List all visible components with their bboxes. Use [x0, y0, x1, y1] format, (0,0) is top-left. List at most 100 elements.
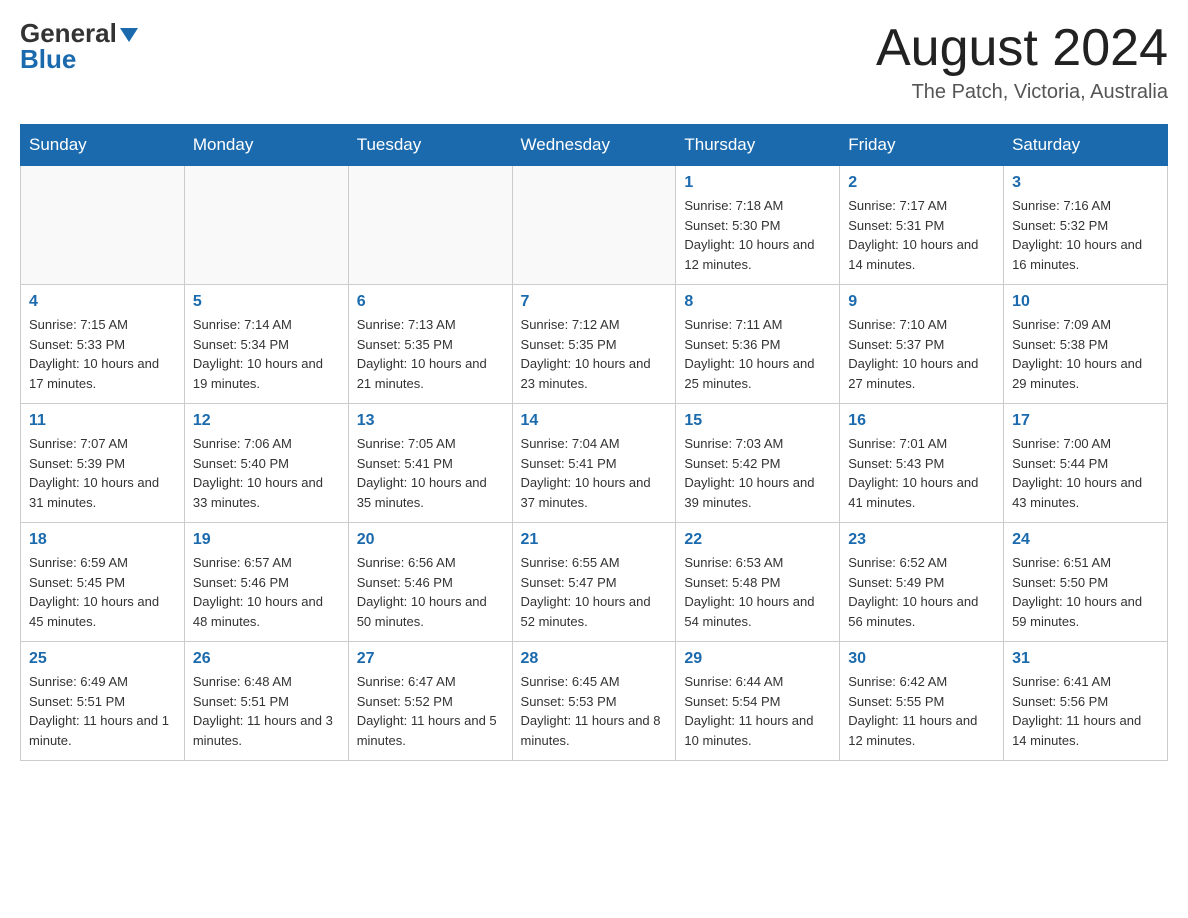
day-info: Sunrise: 7:15 AM Sunset: 5:33 PM Dayligh… [29, 315, 176, 393]
calendar-cell: 28Sunrise: 6:45 AM Sunset: 5:53 PM Dayli… [512, 642, 676, 761]
calendar-cell: 19 Sunrise: 6:57 AM Sunset: 5:46 PM Dayli… [184, 523, 348, 642]
location: The Patch, Victoria, Australia [876, 81, 1168, 104]
calendar-cell: 25 Sunrise: 6:49 AM Sunset: 5:51 PM Dayli… [21, 642, 185, 761]
calendar-cell [21, 166, 185, 285]
calendar-cell: 21 Sunrise: 6:55 AM Sunset: 5:47 PM Dayli… [512, 523, 676, 642]
calendar-cell: 11Sunrise: 7:07 AM Sunset: 5:39 PM Dayli… [21, 404, 185, 523]
day-number: 2 [848, 174, 995, 192]
day-number: 8 [684, 293, 831, 311]
day-header-tuesday: Tuesday [348, 125, 512, 166]
calendar-cell: 22Sunrise: 6:53 AM Sunset: 5:48 PM Dayli… [676, 523, 840, 642]
day-info: Sunrise: 7:11 AM Sunset: 5:36 PM Dayligh… [684, 315, 831, 393]
day-info: Sunrise: 6:52 AM Sunset: 5:49 PM Dayligh… [848, 553, 995, 631]
day-number: 26 [193, 650, 340, 668]
calendar-cell: 15 Sunrise: 7:03 AM Sunset: 5:42 PM Dayli… [676, 404, 840, 523]
calendar-cell [184, 166, 348, 285]
day-info: Sunrise: 6:56 AM Sunset: 5:46 PM Dayligh… [357, 553, 504, 631]
day-info: Sunrise: 7:09 AM Sunset: 5:38 PM Dayligh… [1012, 315, 1159, 393]
day-info: Sunrise: 7:14 AM Sunset: 5:34 PM Dayligh… [193, 315, 340, 393]
logo: General Blue [20, 20, 138, 72]
calendar-cell: 27Sunrise: 6:47 AM Sunset: 5:52 PM Dayli… [348, 642, 512, 761]
day-info: Sunrise: 7:18 AM Sunset: 5:30 PM Dayligh… [684, 196, 831, 274]
day-info: Sunrise: 6:42 AM Sunset: 5:55 PM Dayligh… [848, 672, 995, 750]
day-number: 3 [1012, 174, 1159, 192]
calendar-cell: 13Sunrise: 7:05 AM Sunset: 5:41 PM Dayli… [348, 404, 512, 523]
calendar-cell: 24Sunrise: 6:51 AM Sunset: 5:50 PM Dayli… [1004, 523, 1168, 642]
day-number: 17 [1012, 412, 1159, 430]
day-info: Sunrise: 7:06 AM Sunset: 5:40 PM Dayligh… [193, 434, 340, 512]
day-number: 19 [193, 531, 340, 549]
calendar-cell: 23 Sunrise: 6:52 AM Sunset: 5:49 PM Dayli… [840, 523, 1004, 642]
day-number: 7 [521, 293, 668, 311]
calendar-cell: 30 Sunrise: 6:42 AM Sunset: 5:55 PM Dayli… [840, 642, 1004, 761]
calendar-cell: 7Sunrise: 7:12 AM Sunset: 5:35 PM Daylig… [512, 285, 676, 404]
day-info: Sunrise: 7:13 AM Sunset: 5:35 PM Dayligh… [357, 315, 504, 393]
day-number: 11 [29, 412, 176, 430]
calendar-cell [512, 166, 676, 285]
calendar-cell [348, 166, 512, 285]
day-number: 28 [521, 650, 668, 668]
title-block: August 2024 The Patch, Victoria, Austral… [876, 20, 1168, 104]
day-info: Sunrise: 7:17 AM Sunset: 5:31 PM Dayligh… [848, 196, 995, 274]
day-info: Sunrise: 6:48 AM Sunset: 5:51 PM Dayligh… [193, 672, 340, 750]
day-info: Sunrise: 6:55 AM Sunset: 5:47 PM Dayligh… [521, 553, 668, 631]
calendar-week-4: 18Sunrise: 6:59 AM Sunset: 5:45 PM Dayli… [21, 523, 1168, 642]
day-number: 1 [684, 174, 831, 192]
calendar-cell: 17 Sunrise: 7:00 AM Sunset: 5:44 PM Dayli… [1004, 404, 1168, 523]
day-number: 15 [684, 412, 831, 430]
day-info: Sunrise: 6:49 AM Sunset: 5:51 PM Dayligh… [29, 672, 176, 750]
day-info: Sunrise: 6:44 AM Sunset: 5:54 PM Dayligh… [684, 672, 831, 750]
day-info: Sunrise: 7:16 AM Sunset: 5:32 PM Dayligh… [1012, 196, 1159, 274]
day-info: Sunrise: 7:00 AM Sunset: 5:44 PM Dayligh… [1012, 434, 1159, 512]
day-info: Sunrise: 6:51 AM Sunset: 5:50 PM Dayligh… [1012, 553, 1159, 631]
day-number: 10 [1012, 293, 1159, 311]
day-info: Sunrise: 6:59 AM Sunset: 5:45 PM Dayligh… [29, 553, 176, 631]
calendar-header-row: SundayMondayTuesdayWednesdayThursdayFrid… [21, 125, 1168, 166]
calendar-cell: 6 Sunrise: 7:13 AM Sunset: 5:35 PM Daylig… [348, 285, 512, 404]
day-number: 22 [684, 531, 831, 549]
calendar-cell: 8 Sunrise: 7:11 AM Sunset: 5:36 PM Daylig… [676, 285, 840, 404]
day-number: 9 [848, 293, 995, 311]
day-header-saturday: Saturday [1004, 125, 1168, 166]
calendar-cell: 14Sunrise: 7:04 AM Sunset: 5:41 PM Dayli… [512, 404, 676, 523]
day-info: Sunrise: 7:10 AM Sunset: 5:37 PM Dayligh… [848, 315, 995, 393]
logo-line1: General [20, 20, 138, 46]
calendar-table: SundayMondayTuesdayWednesdayThursdayFrid… [20, 124, 1168, 761]
calendar-week-5: 25 Sunrise: 6:49 AM Sunset: 5:51 PM Dayli… [21, 642, 1168, 761]
day-number: 20 [357, 531, 504, 549]
day-info: Sunrise: 7:01 AM Sunset: 5:43 PM Dayligh… [848, 434, 995, 512]
page-header: General Blue August 2024 The Patch, Vict… [20, 20, 1168, 104]
calendar-cell: 10 Sunrise: 7:09 AM Sunset: 5:38 PM Dayli… [1004, 285, 1168, 404]
month-title: August 2024 [876, 20, 1168, 77]
calendar-cell: 31Sunrise: 6:41 AM Sunset: 5:56 PM Dayli… [1004, 642, 1168, 761]
day-info: Sunrise: 6:57 AM Sunset: 5:46 PM Dayligh… [193, 553, 340, 631]
day-number: 14 [521, 412, 668, 430]
day-header-monday: Monday [184, 125, 348, 166]
calendar-cell: 5 Sunrise: 7:14 AM Sunset: 5:34 PM Daylig… [184, 285, 348, 404]
day-number: 23 [848, 531, 995, 549]
day-info: Sunrise: 6:47 AM Sunset: 5:52 PM Dayligh… [357, 672, 504, 750]
logo-line2: Blue [20, 46, 138, 72]
calendar-cell: 3 Sunrise: 7:16 AM Sunset: 5:32 PM Daylig… [1004, 166, 1168, 285]
calendar-week-3: 11Sunrise: 7:07 AM Sunset: 5:39 PM Dayli… [21, 404, 1168, 523]
day-number: 30 [848, 650, 995, 668]
day-number: 25 [29, 650, 176, 668]
day-number: 6 [357, 293, 504, 311]
calendar-cell: 4Sunrise: 7:15 AM Sunset: 5:33 PM Daylig… [21, 285, 185, 404]
calendar-cell: 26 Sunrise: 6:48 AM Sunset: 5:51 PM Dayli… [184, 642, 348, 761]
calendar-cell: 1 Sunrise: 7:18 AM Sunset: 5:30 PM Daylig… [676, 166, 840, 285]
logo-triangle-icon [120, 28, 138, 42]
day-header-wednesday: Wednesday [512, 125, 676, 166]
calendar-cell: 12 Sunrise: 7:06 AM Sunset: 5:40 PM Dayli… [184, 404, 348, 523]
calendar-cell: 20 Sunrise: 6:56 AM Sunset: 5:46 PM Dayli… [348, 523, 512, 642]
day-header-thursday: Thursday [676, 125, 840, 166]
day-info: Sunrise: 6:41 AM Sunset: 5:56 PM Dayligh… [1012, 672, 1159, 750]
calendar-cell: 16Sunrise: 7:01 AM Sunset: 5:43 PM Dayli… [840, 404, 1004, 523]
day-info: Sunrise: 7:03 AM Sunset: 5:42 PM Dayligh… [684, 434, 831, 512]
day-number: 21 [521, 531, 668, 549]
day-number: 12 [193, 412, 340, 430]
day-header-sunday: Sunday [21, 125, 185, 166]
day-number: 29 [684, 650, 831, 668]
logo-general-text: General [20, 20, 117, 46]
day-number: 5 [193, 293, 340, 311]
